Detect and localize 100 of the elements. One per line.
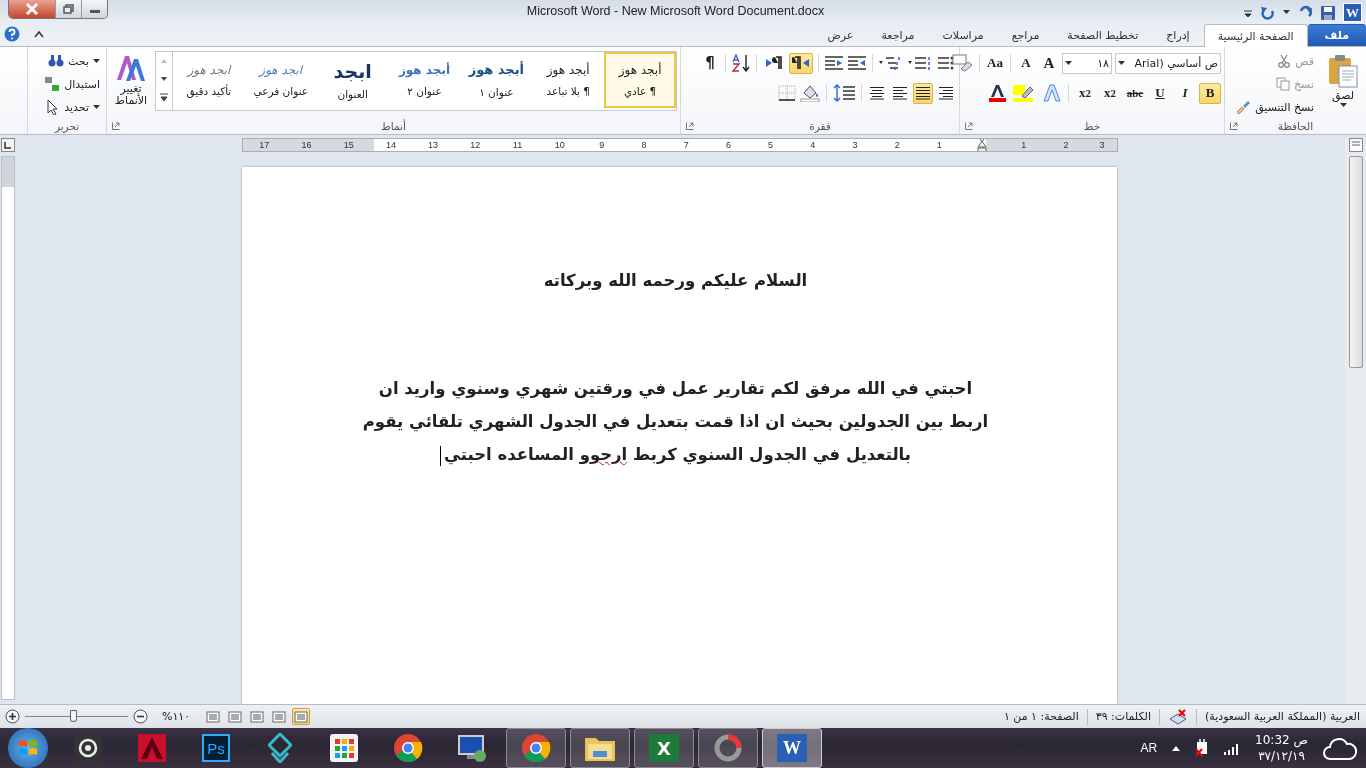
font-color-icon[interactable]	[987, 84, 1009, 102]
page-view-icon	[228, 710, 243, 723]
decrease-indent-icon[interactable]	[824, 55, 844, 71]
style-option[interactable]: أبجد هوز عنوان ١	[460, 52, 533, 108]
line-spacing-icon[interactable]	[832, 84, 856, 102]
close-button[interactable]	[9, 0, 55, 18]
dropdown-caret-icon	[1339, 103, 1347, 108]
font-name-field[interactable]: ص أساسي (Arial	[1115, 52, 1221, 74]
clock[interactable]: 10:32 ص ٣٧/١٢/١٩	[1255, 732, 1308, 764]
document-paragraph: احبتي في الله مرفق لكم تقارير عمل في ورقتين شهري وسنوي واريد ان اربط بين الجدولين بحيث ان اذا قمت بتعديل في الجدول الشهري تلقائي يقوم بالتعديل في الجدول السنوي كربط ارجوو المساعده احبتي	[361, 378, 990, 468]
dropdown-caret-icon[interactable]	[1283, 10, 1290, 15]
ps-app-icon: Ps	[202, 734, 230, 762]
dropdown-caret-icon	[93, 104, 100, 110]
dialog-launcher-icon[interactable]	[112, 122, 120, 130]
customize-menu-icon[interactable]	[1243, 7, 1253, 18]
ribbon-tab[interactable]: مراجع	[997, 24, 1054, 46]
ruler-number: 2	[894, 140, 900, 150]
word-count[interactable]: الكلمات: ٣٩	[1095, 710, 1151, 723]
ruler-number: 12	[470, 140, 481, 150]
text-effects-icon[interactable]	[1041, 84, 1063, 102]
ribbon-tab[interactable]: مراسلات	[928, 24, 998, 46]
document-heading: السلام عليكم ورحمه الله وبركاته	[542, 271, 809, 290]
dropdown-caret-icon	[93, 58, 100, 64]
bold-button[interactable]: B	[1199, 82, 1221, 104]
zoom-out-icon[interactable]	[133, 709, 148, 724]
strikethrough-button[interactable]: abc	[1124, 82, 1146, 104]
dialog-launcher-icon[interactable]	[965, 122, 973, 130]
bullets-icon[interactable]	[936, 55, 956, 71]
numbering-icon[interactable]	[907, 55, 933, 71]
ribbon-tab[interactable]: إدراج	[1152, 24, 1204, 46]
print-layout-button[interactable]	[292, 708, 311, 725]
zoom-level[interactable]: %١١٠	[162, 710, 191, 723]
show-hidden-icons-icon[interactable]	[1171, 745, 1182, 751]
input-language[interactable]: AR	[1140, 741, 1158, 755]
dropdown-caret-icon	[1118, 60, 1125, 66]
cloud-icon[interactable]	[1322, 735, 1358, 761]
paste-button[interactable]: لصق	[1323, 51, 1363, 111]
right-to-left-button[interactable]	[789, 52, 813, 74]
dropdown-caret-icon	[1065, 60, 1072, 66]
minimize-button[interactable]	[81, 0, 107, 18]
taskbar-button[interactable]: Ps	[186, 728, 246, 768]
ruler-number: 7	[683, 140, 689, 150]
dialog-launcher-icon[interactable]	[1230, 122, 1238, 130]
letters-icon	[116, 54, 146, 82]
tab-selector-icon[interactable]	[1, 138, 15, 152]
grow-font-button[interactable]: A	[1039, 52, 1059, 74]
restore-button[interactable]	[55, 0, 81, 18]
show-formatting-marks-button[interactable]: ¶	[700, 52, 720, 74]
find-button[interactable]: بحث	[45, 51, 103, 71]
ruler-number: 10	[554, 140, 565, 150]
shrink-font-button[interactable]: A	[1016, 52, 1036, 74]
sort-icon[interactable]	[731, 54, 751, 72]
font-size-field[interactable]: ١٨	[1062, 52, 1112, 74]
zoom-slider-thumb[interactable]	[70, 709, 78, 722]
app-logo: W	[1343, 3, 1362, 22]
borders-icon[interactable]	[778, 85, 796, 101]
clear-formatting-icon[interactable]	[952, 54, 974, 72]
dialog-launcher-icon[interactable]	[686, 122, 694, 130]
file-tab[interactable]: ملف	[1307, 24, 1366, 46]
save-icon[interactable]	[1320, 4, 1336, 21]
text-lines-icon	[892, 86, 908, 100]
replace-button[interactable]: استبدال	[41, 74, 103, 94]
zoom-in-icon[interactable]	[5, 709, 20, 724]
change-styles-button[interactable]: تغيير الأنماط	[110, 51, 152, 110]
proofing-error-icon[interactable]	[1168, 708, 1188, 725]
scrollbar-thumb[interactable]	[1349, 156, 1363, 368]
change-case-button[interactable]: Aa	[985, 52, 1005, 74]
taskbar-button[interactable]	[570, 728, 630, 768]
undo-icon[interactable]	[1260, 4, 1276, 21]
taskbar-button[interactable]: W	[762, 728, 822, 768]
grid-app-icon	[329, 733, 359, 763]
word-app-icon: W	[777, 734, 807, 762]
format-painter-button[interactable]: نسخ التنسيق	[1232, 97, 1317, 117]
power-plug-icon[interactable]	[1195, 739, 1210, 757]
ribbon-tab[interactable]: مراجعة	[867, 24, 929, 46]
style-option[interactable]: أبجد هوز عنوان ٢	[388, 52, 461, 108]
increase-indent-icon[interactable]	[847, 55, 867, 71]
page-count[interactable]: الصفحة: ١ من ١	[1003, 710, 1079, 723]
underline-button[interactable]: U	[1149, 82, 1171, 104]
help-icon[interactable]	[4, 26, 20, 42]
shading-icon[interactable]	[799, 84, 821, 102]
style-option[interactable]: ابجد العنوان	[316, 52, 389, 108]
style-option[interactable]: أبجد هوز ¶ بلا تباعد	[532, 52, 605, 108]
language-indicator[interactable]: العربية (المملكة العربية السعودية)	[1205, 710, 1360, 723]
ruler-toggle-icon[interactable]	[1348, 138, 1363, 152]
ribbon-tab[interactable]: الصفحة الرئيسية	[1203, 24, 1308, 47]
italic-button[interactable]: I	[1174, 82, 1196, 104]
style-option[interactable]: ابجد هوز تأكيد دقيق	[173, 52, 245, 108]
ribbon-tab[interactable]: عرض	[813, 24, 868, 46]
collapse-ribbon-icon[interactable]	[34, 30, 44, 38]
start-button[interactable]	[8, 728, 48, 768]
justify-button[interactable]	[913, 82, 933, 104]
ruler-number: 14	[385, 140, 396, 150]
taskbar-button[interactable]	[506, 728, 566, 768]
ribbon-tab[interactable]: تخطيط الصفحة	[1053, 24, 1153, 46]
clipboard-icon	[1327, 54, 1359, 88]
style-option[interactable]: ابجد هوز عنوان فرعي	[244, 52, 317, 108]
taskbar-button[interactable]: X	[634, 728, 694, 768]
style-option[interactable]: أبجد هوز ¶ عادي	[604, 52, 676, 108]
select-button[interactable]: تحديد	[43, 97, 103, 117]
